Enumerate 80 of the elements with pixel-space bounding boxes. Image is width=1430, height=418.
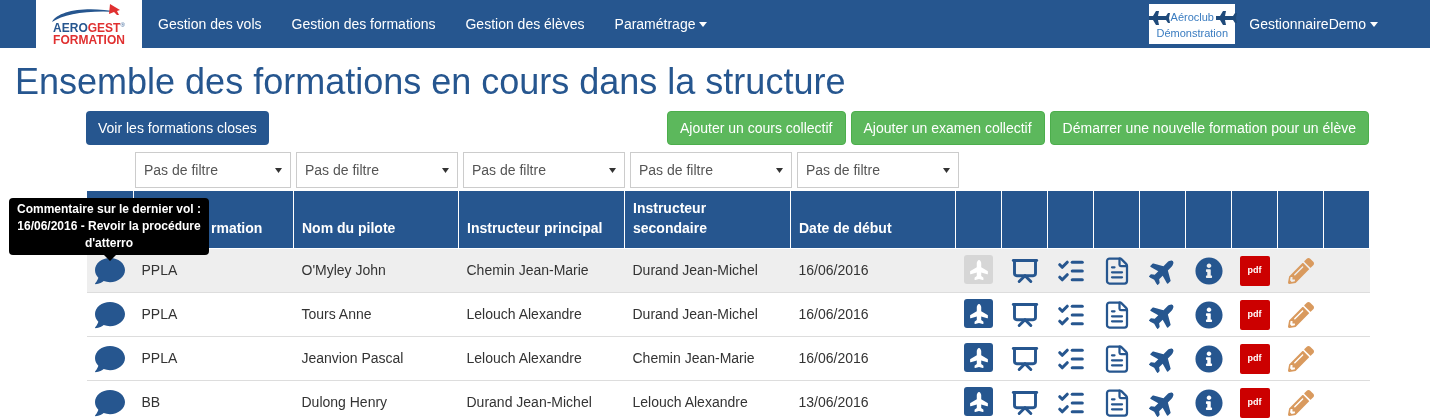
header-cell [1139,190,1186,249]
table-cell: O'Myley John [293,248,459,293]
pdf-icon[interactable]: pdf [1239,299,1270,330]
table-cell: Lelouch Alexandre [458,336,625,381]
plane-icon [1146,8,1171,27]
table-cell: Durand Jean-Michel [624,292,791,337]
header-cell [955,190,1002,249]
table-cell: 16/06/2016 [790,336,956,381]
info-icon[interactable] [1194,300,1223,329]
caret-icon [776,167,783,173]
caret-icon [943,167,950,173]
table-cell: Chemin Jean-Marie [624,336,791,381]
closed-trainings-button[interactable]: Voir les formations closes [86,111,269,145]
caret-icon [609,167,616,173]
info-icon[interactable] [1194,256,1223,285]
table-cell: Durand Jean-Michel [458,380,625,418]
airport-icon[interactable] [964,387,993,417]
caret-icon [442,167,449,173]
filter-select[interactable]: Pas de filtre [797,152,959,188]
nav-link[interactable]: Paramétrage [599,13,723,35]
table-cell: 16/06/2016 [790,248,956,293]
table-cell: Lelouch Alexandre [458,292,625,337]
header-cell [1047,190,1094,249]
comment-icon[interactable] [95,343,125,374]
table-cell: PPLA [133,336,294,381]
comment-icon[interactable] [95,255,125,286]
logo-text: Aéroclub [1170,11,1214,24]
table-cell: Dulong Henry [293,380,459,418]
table-row[interactable]: PPLA Jeanvion Pascal Lelouch Alexandre Chemin Jean-Marie 16/06/2016 pdf [86,336,1370,381]
airport-icon[interactable] [964,343,993,373]
info-icon[interactable] [1194,388,1223,417]
header-cell: Instructeur principal [458,190,625,249]
logo-text: FORMATION [53,34,125,46]
table-cell: Durand Jean-Michel [624,248,791,293]
nav-link[interactable]: Gestion des élèves [450,13,600,35]
logo-text: Démonstration [1156,26,1229,40]
table-cell: Tours Anne [293,292,459,337]
airport-icon[interactable] [964,299,993,329]
page-title: Ensemble des formations en cours dans la structure [15,62,847,102]
header-cell [1231,190,1278,249]
easel-icon[interactable] [1010,256,1039,285]
header-cell [1277,190,1324,249]
easel-icon[interactable] [1010,300,1039,329]
comment-tooltip: Commentaire sur le dernier vol : 16/06/2016 - Revoir la procédure d'atterro [9,198,209,255]
table-row[interactable]: PPLA Tours Anne Lelouch Alexandre Durand Jean-Michel 16/06/2016 pdf [86,292,1370,337]
easel-icon[interactable] [1010,344,1039,373]
table-cell: BB [133,380,294,418]
table-row[interactable]: BB Dulong Henry Durand Jean-Michel Lelouch Alexandre 13/06/2016 pdf [86,380,1370,418]
table-cell: Lelouch Alexandre [624,380,791,418]
table-cell: PPLA [133,292,294,337]
table-cell: 16/06/2016 [790,292,956,337]
filter-select[interactable]: Pas de filtre [296,152,458,188]
user-menu[interactable]: GestionnaireDemo [1249,13,1378,35]
pdf-icon[interactable]: pdf [1239,387,1270,418]
header-cell [1323,190,1370,249]
nav-link[interactable]: Gestion des formations [276,13,451,35]
filter-select[interactable]: Pas de filtre [135,152,291,188]
filter-select[interactable]: Pas de filtre [463,152,625,188]
header-cell [1001,190,1048,249]
header-cell [1185,190,1232,249]
filter-select[interactable]: Pas de filtre [630,152,792,188]
tooltip-arrow [104,255,116,261]
comment-icon[interactable] [95,387,125,418]
easel-icon[interactable] [1010,388,1039,417]
header-cell: Nom du pilote [293,190,459,249]
pdf-icon[interactable]: pdf [1239,343,1270,374]
pdf-icon[interactable]: pdf [1239,255,1270,286]
nav-link[interactable]: Gestion des vols [143,13,277,35]
header-cell: Date de début [790,190,956,249]
info-icon[interactable] [1194,344,1223,373]
logo-text: AERO [53,22,88,34]
header-cell [1093,190,1140,249]
logo-text: GEST [87,22,121,34]
comment-icon[interactable] [95,299,125,330]
table-cell: Chemin Jean-Marie [458,248,625,293]
table-cell: Jeanvion Pascal [293,336,459,381]
header-cell: Instructeur secondaire [624,190,791,249]
plane-icon [1214,8,1238,27]
caret-icon [275,167,282,173]
table-cell: 13/06/2016 [790,380,956,418]
